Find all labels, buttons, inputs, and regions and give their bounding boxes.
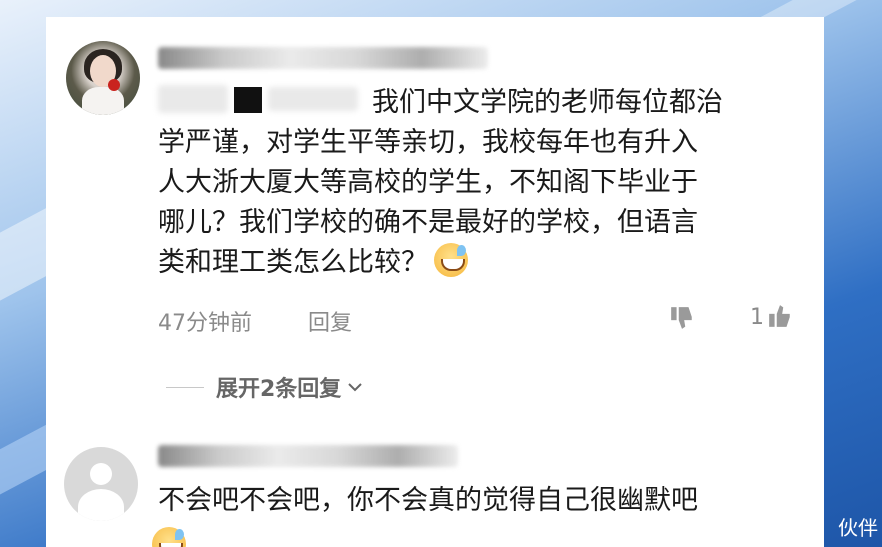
comment-text: 类和理工类怎么比较？ xyxy=(158,247,428,278)
divider xyxy=(166,386,204,388)
like-count: 1 xyxy=(750,305,764,330)
thumbs-up-icon[interactable] xyxy=(766,303,794,329)
comment-timestamp: 47分钟前 xyxy=(158,311,252,336)
reply-button[interactable]: 回复 xyxy=(308,305,352,337)
username-redacted xyxy=(158,445,458,467)
comment-text-line: 学严谨，对学生平等亲切，我校每年也有升入 xyxy=(158,127,698,158)
comment-card: 我们中文学院的老师每位都治 学严谨，对学生平等亲切，我校每年也有升入 人大浙大厦… xyxy=(46,17,824,547)
avatar-default[interactable] xyxy=(64,447,138,521)
avatar[interactable] xyxy=(66,41,140,115)
thumbs-down-icon[interactable] xyxy=(668,305,696,331)
expand-replies-label: 展开2条回复 xyxy=(216,377,342,402)
censor-block xyxy=(234,87,262,113)
expand-replies[interactable]: 展开2条回复 xyxy=(166,371,365,403)
comment-text-line: 人大浙大厦大等高校的学生，不知阁下毕业于 xyxy=(158,167,698,198)
comment-text-line: 我们中文学院的老师每位都治 xyxy=(372,87,723,118)
emoji xyxy=(152,527,186,547)
redacted-patch xyxy=(268,87,358,111)
username-redacted xyxy=(158,47,488,69)
grinning-sweat-emoji xyxy=(434,243,468,277)
chevron-down-icon xyxy=(348,383,363,392)
comment-text-line: 哪儿？我们学校的确不是最好的学校，但语言 xyxy=(158,207,698,238)
comment-text-line-last: 类和理工类怎么比较？ xyxy=(158,243,468,283)
comment-text: 不会吧不会吧，你不会真的觉得自己很幽默吧 xyxy=(158,485,698,516)
redacted-patch xyxy=(158,85,228,113)
watermark: 伙伴 xyxy=(838,516,878,540)
